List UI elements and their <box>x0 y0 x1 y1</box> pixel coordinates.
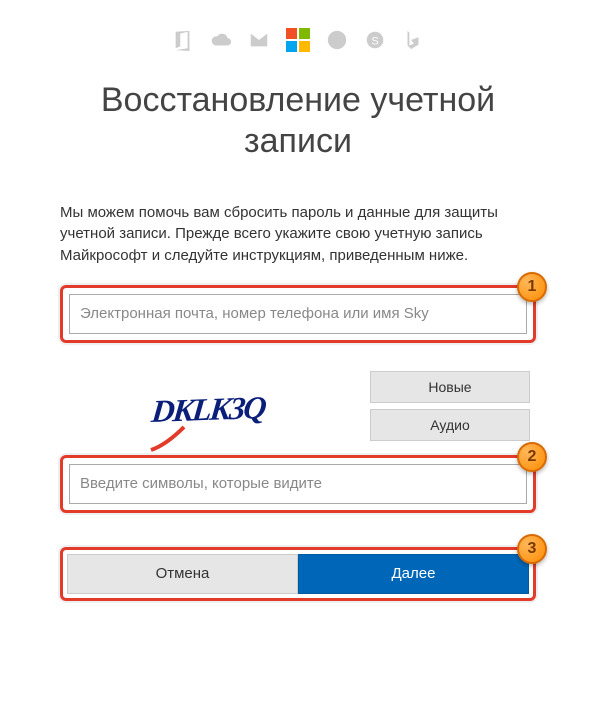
microsoft-logo-icon <box>286 28 310 52</box>
captcha-input[interactable] <box>69 464 527 504</box>
captcha-image: DKLK3Q <box>66 371 350 449</box>
page-title: Восстановление учетной записи <box>50 80 546 162</box>
onedrive-icon <box>210 29 232 51</box>
outlook-icon <box>248 29 270 51</box>
office-icon <box>172 29 194 51</box>
step-badge-1: 1 <box>517 272 547 302</box>
bing-icon <box>402 29 424 51</box>
account-input-highlight: 1 <box>60 285 536 343</box>
step-badge-2: 2 <box>517 442 547 472</box>
cancel-button[interactable]: Отмена <box>67 554 298 594</box>
captcha-section: DKLK3Q Новые Аудио <box>66 371 530 449</box>
captcha-audio-button[interactable]: Аудио <box>370 409 530 441</box>
xbox-icon <box>326 29 348 51</box>
account-input[interactable] <box>69 294 527 334</box>
action-buttons-highlight: 3 Отмена Далее <box>60 547 536 601</box>
action-row: Отмена Далее <box>67 554 529 594</box>
skype-icon: S <box>364 29 386 51</box>
step-badge-3: 3 <box>517 534 547 564</box>
svg-text:S: S <box>371 36 378 48</box>
next-button[interactable]: Далее <box>298 554 529 594</box>
arrow-annotation-icon <box>146 417 196 453</box>
service-icons-row: S <box>50 28 546 52</box>
page-description: Мы можем помочь вам сбросить пароль и да… <box>60 202 536 267</box>
captcha-new-button[interactable]: Новые <box>370 371 530 403</box>
captcha-controls: Новые Аудио <box>370 371 530 441</box>
captcha-input-highlight: 2 <box>60 455 536 513</box>
